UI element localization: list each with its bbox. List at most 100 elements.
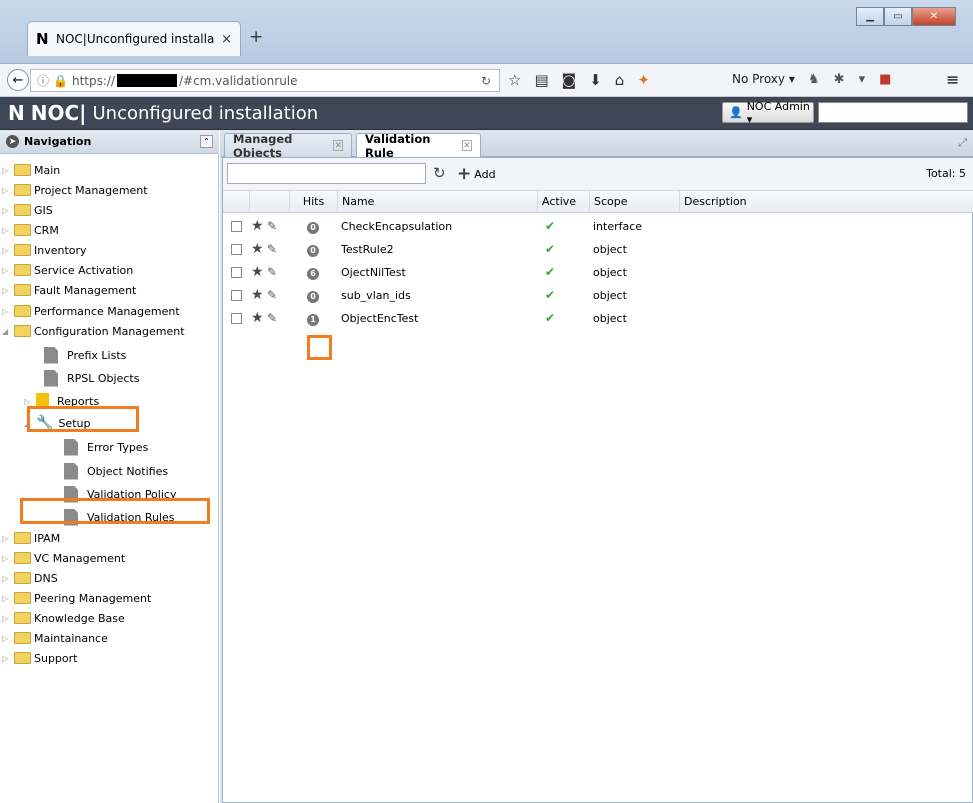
favorite-star-icon[interactable]: ★ [251, 284, 264, 307]
user-menu-button[interactable]: 👤 NOC Admin ▾ [722, 100, 814, 126]
expand-arrow-icon[interactable]: ▷ [2, 246, 14, 255]
reading-list-icon[interactable]: ▤ [534, 71, 548, 89]
sidebar-item-fault-management[interactable]: ▷ Fault Management [2, 280, 136, 300]
sidebar-item-gis[interactable]: ▷ GIS [2, 200, 53, 220]
expand-arrow-icon[interactable]: ▷ [2, 554, 14, 563]
col-active[interactable]: Active [537, 191, 589, 213]
row-checkbox[interactable] [231, 215, 242, 238]
expand-arrow-icon[interactable]: ▷ [2, 654, 14, 663]
close-tab-icon[interactable]: ✕ [461, 140, 472, 151]
tab-managed-objects[interactable]: Managed Objects ✕ [224, 132, 352, 160]
table-row[interactable]: ★ ✎ 0 TestRule2 ✔ object [223, 238, 973, 261]
extension-icon[interactable]: ✦ [637, 71, 650, 89]
sidebar-item-knowledge-base[interactable]: ▷ Knowledge Base [2, 608, 125, 628]
expand-arrow-icon[interactable]: ▷ [2, 594, 14, 603]
col-name[interactable]: Name [337, 191, 537, 213]
addon-b-icon[interactable]: ✱ [834, 72, 845, 87]
sidebar-item-vc-management[interactable]: ▷ VC Management [2, 548, 125, 568]
expand-arrow-icon[interactable]: ▷ [24, 397, 36, 406]
edit-icon[interactable]: ✎ [267, 284, 277, 307]
expand-arrow-icon[interactable]: ▷ [2, 574, 14, 583]
pocket-icon[interactable]: ◙ [562, 71, 577, 89]
bookmark-star-icon[interactable]: ☆ [508, 71, 521, 89]
grid-search-input[interactable] [227, 163, 426, 184]
sidebar-item-main[interactable]: ▷ Main [2, 160, 60, 180]
name-cell[interactable]: ObjectEncTest [341, 307, 418, 330]
edit-icon[interactable]: ✎ [267, 307, 277, 330]
expand-arrow-icon[interactable]: ▷ [2, 634, 14, 643]
sidebar-item-prefix-lists[interactable]: Prefix Lists [44, 345, 126, 365]
expand-arrow-icon[interactable]: ▷ [2, 307, 14, 316]
favorite-star-icon[interactable]: ★ [251, 238, 264, 261]
expand-arrow-icon[interactable]: ▷ [2, 186, 14, 195]
sidebar-item-crm[interactable]: ▷ CRM [2, 220, 59, 240]
app-search-input[interactable] [818, 102, 968, 123]
minimize-button[interactable]: ▁ [856, 7, 884, 26]
browser-tab[interactable]: N NOC|Unconfigured installa... × [27, 21, 241, 56]
sidebar-item-maintainance[interactable]: ▷ Maintainance [2, 628, 108, 648]
url-bar[interactable]: ⓘ 🔒 https:// /#cm.validationrule ↻ [30, 69, 500, 92]
download-icon[interactable]: ⬇ [589, 71, 602, 89]
url-suffix: /#cm.validationrule [178, 73, 298, 88]
close-tab-icon[interactable]: × [221, 32, 232, 47]
sidebar-item-rpsl-objects[interactable]: RPSL Objects [44, 368, 139, 388]
sidebar-item-ipam[interactable]: ▷ IPAM [2, 528, 60, 548]
name-cell[interactable]: sub_vlan_ids [341, 284, 411, 307]
expand-arrow-icon[interactable]: ▷ [2, 534, 14, 543]
reload-icon[interactable]: ↻ [481, 74, 491, 88]
proxy-selector[interactable]: No Proxy ▾ [732, 72, 795, 86]
expand-arrow-icon[interactable]: ▷ [2, 226, 14, 235]
dropdown-chevron-icon[interactable]: ▾ [859, 72, 866, 87]
favorite-star-icon[interactable]: ★ [251, 307, 264, 330]
edit-icon[interactable]: ✎ [267, 215, 277, 238]
favorite-star-icon[interactable]: ★ [251, 261, 264, 284]
col-hits[interactable]: Hits [289, 191, 337, 213]
close-tab-icon[interactable]: ✕ [333, 140, 343, 151]
new-tab-button[interactable]: + [249, 27, 263, 47]
table-row[interactable]: ★ ✎ 1 ObjectEncTest ✔ object [223, 307, 973, 330]
row-checkbox[interactable] [231, 261, 242, 284]
edit-icon[interactable]: ✎ [267, 261, 277, 284]
table-row[interactable]: ★ ✎ 0 CheckEncapsulation ✔ interface [223, 215, 973, 238]
addon-a-icon[interactable]: ♞ [808, 72, 820, 87]
sidebar-item-configuration-management[interactable]: ◢ Configuration Management [2, 321, 185, 341]
refresh-icon[interactable]: ↻ [433, 164, 446, 182]
expand-arrow-icon[interactable]: ▷ [2, 206, 14, 215]
maximize-icon[interactable]: ⤢ [958, 136, 967, 150]
expand-arrow-icon[interactable]: ▷ [2, 614, 14, 623]
sidebar-item-service-activation[interactable]: ▷ Service Activation [2, 260, 133, 280]
sidebar-item-peering-management[interactable]: ▷ Peering Management [2, 588, 151, 608]
expand-arrow-icon[interactable]: ▷ [2, 166, 14, 175]
add-button[interactable]: + Add [457, 164, 496, 184]
sidebar-item-dns[interactable]: ▷ DNS [2, 568, 58, 588]
sidebar-item-performance-management[interactable]: ▷ Performance Management [2, 301, 180, 321]
expand-arrow-icon[interactable]: ▷ [2, 286, 14, 295]
browser-menu-icon[interactable]: ≡ [946, 70, 959, 89]
sidebar-item-support[interactable]: ▷ Support [2, 648, 77, 668]
expand-arrow-icon[interactable]: ▷ [2, 266, 14, 275]
row-checkbox[interactable] [231, 284, 242, 307]
sidebar-item-object-notifies[interactable]: Object Notifies [64, 461, 168, 481]
favorite-star-icon[interactable]: ★ [251, 215, 264, 238]
col-description[interactable]: Description [679, 191, 973, 213]
back-button[interactable]: ← [7, 69, 29, 91]
home-icon[interactable]: ⌂ [615, 71, 625, 89]
row-checkbox[interactable] [231, 307, 242, 330]
tab-validation-rule[interactable]: Validation Rule ✕ [356, 132, 481, 160]
expand-arrow-icon[interactable]: ◢ [2, 327, 14, 336]
sidebar-item-inventory[interactable]: ▷ Inventory [2, 240, 87, 260]
col-scope[interactable]: Scope [589, 191, 679, 213]
table-row[interactable]: ★ ✎ 0 sub_vlan_ids ✔ object [223, 284, 973, 307]
maximize-button[interactable]: ▭ [884, 7, 912, 26]
addon-c-icon[interactable]: ■ [879, 72, 891, 87]
sidebar-item-error-types[interactable]: Error Types [64, 437, 148, 457]
name-cell[interactable]: CheckEncapsulation [341, 215, 452, 238]
sidebar-item-project-management[interactable]: ▷ Project Management [2, 180, 148, 200]
row-checkbox[interactable] [231, 238, 242, 261]
close-window-button[interactable]: ✕ [912, 7, 956, 26]
name-cell[interactable]: OjectNilTest [341, 261, 406, 284]
name-cell[interactable]: TestRule2 [341, 238, 394, 261]
table-row[interactable]: ★ ✎ 6 OjectNilTest ✔ object [223, 261, 973, 284]
edit-icon[interactable]: ✎ [267, 238, 277, 261]
collapse-sidebar-icon[interactable]: ⌃ [200, 135, 213, 148]
